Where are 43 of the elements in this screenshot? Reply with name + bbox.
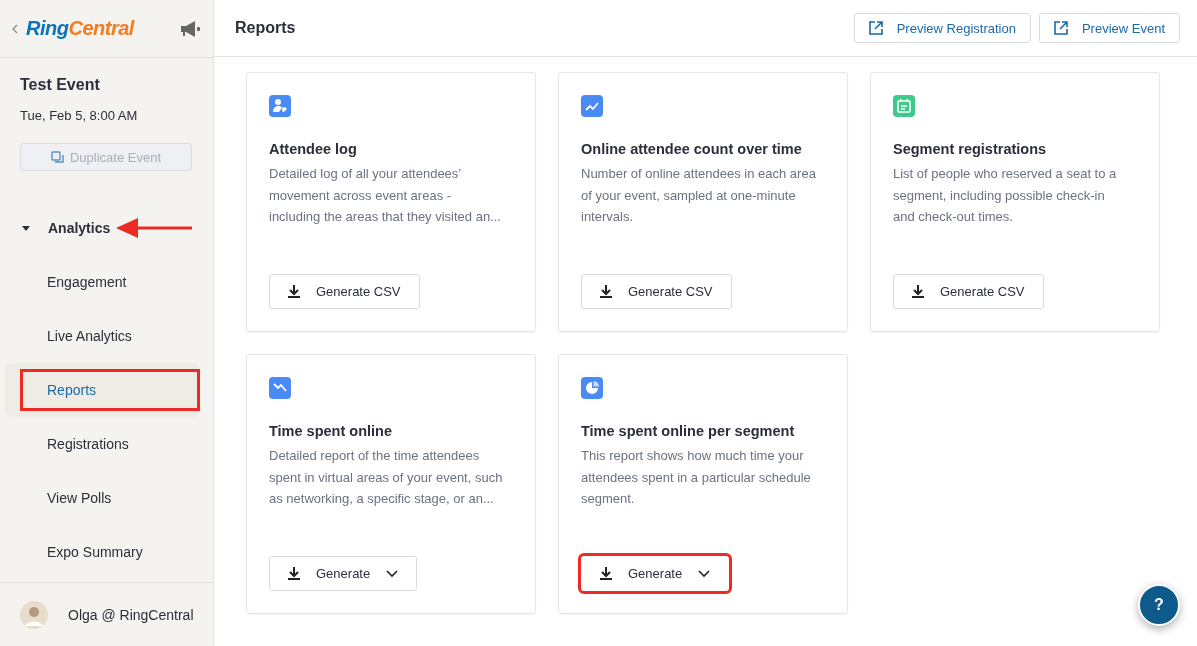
card-title: Segment registrations [893, 141, 1048, 157]
download-icon [600, 285, 612, 298]
download-icon [288, 567, 300, 580]
page-title: Reports [235, 19, 296, 37]
avatar-icon [20, 600, 48, 629]
user-name[interactable]: Olga @ RingCentral [68, 606, 194, 623]
download-icon [912, 285, 924, 298]
nav-item[interactable]: Registrations [3, 426, 187, 462]
chevron-down-icon [386, 569, 399, 578]
external-link-icon [1053, 21, 1068, 35]
card-description: Detailed report of the time attendees spent in virtual areas of your event, such as networking, a specific stage, or an... [269, 447, 504, 508]
logo: RingCentral [26, 17, 136, 40]
nav-item[interactable]: Engagement [3, 264, 187, 300]
caret-icon [22, 225, 30, 231]
generate-button[interactable]: Generate CSV [893, 274, 1044, 309]
generate-button[interactable]: Generate CSV [269, 274, 420, 309]
card-description: Detailed log of all your attendees’ movement across event areas - including the areas that they visited an... [269, 165, 502, 226]
card-title: Attendee log [269, 141, 358, 157]
external-link-icon [868, 21, 883, 35]
chevron-down-icon [698, 569, 711, 578]
card-description: List of people who reserved a seat to a segment, including possible check-in and check-out times. [893, 165, 1118, 226]
analytics-nav-group[interactable]: Analytics [22, 218, 111, 238]
nav-item[interactable]: Live Analytics [3, 318, 187, 354]
generate-button[interactable]: Generate [269, 556, 418, 591]
nav-item[interactable]: View Polls [3, 480, 187, 516]
copy-icon [50, 150, 64, 164]
megaphone-icon[interactable] [179, 19, 201, 38]
preview-button[interactable]: Preview Event [1038, 13, 1180, 43]
event-date: Tue, Feb 5, 8:00 AM [20, 108, 139, 123]
card-description: This report shows how much time your attendees spent in a particular schedule segment. [581, 447, 812, 508]
generate-button[interactable]: Generate CSV [581, 274, 732, 309]
nav-item[interactable]: Expo Summary [3, 534, 187, 570]
card-title: Time spent online [269, 423, 393, 439]
card-description: Number of online attendees in each area of your event, sampled at one-minute intervals. [581, 165, 817, 226]
help-button[interactable]: ? [1138, 584, 1180, 626]
card-title: Online attendee count over time [581, 141, 803, 157]
card-title: Time spent online per segment [581, 423, 796, 439]
download-icon [288, 285, 300, 298]
event-title: Test Event [20, 76, 101, 94]
back-icon[interactable] [12, 23, 18, 34]
preview-button[interactable]: Preview Registration [853, 13, 1031, 43]
generate-button[interactable]: Generate [581, 556, 730, 591]
download-icon [600, 567, 612, 580]
